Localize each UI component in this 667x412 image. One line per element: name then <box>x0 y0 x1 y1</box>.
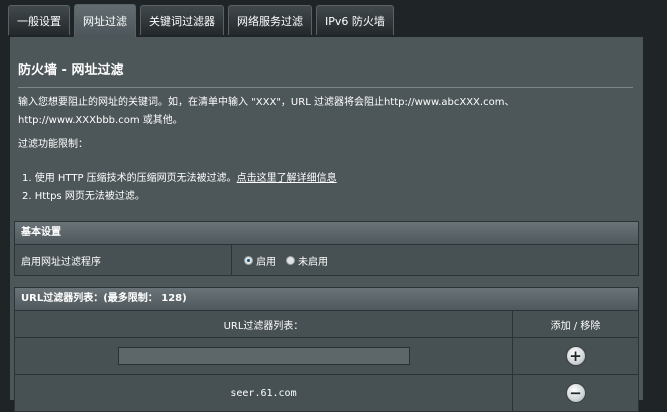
limit-item-1-text: 1. 使用 HTTP 压缩技术的压缩网页无法被过滤。 <box>22 173 237 184</box>
url-input-row: + <box>15 337 638 374</box>
tab-url-filter[interactable]: 网址过滤 <box>74 4 136 37</box>
limit-item-2: 2. Https 网页无法被过滤。 <box>22 191 145 202</box>
limits-heading: 过滤功能限制： <box>18 139 88 150</box>
url-filter-column-headers: URL过滤器列表： 添加 / 移除 <box>15 310 638 337</box>
description-line-1: 输入您想要阻止的网址的关键词。如，在清单中输入 "XXX"，URL 过滤器将会阻… <box>18 97 515 108</box>
page-title: 防火墙 - 网址过滤 <box>18 63 124 78</box>
radio-disable-icon[interactable] <box>286 255 295 265</box>
radio-disable[interactable]: 未启用 <box>286 253 328 268</box>
url-input[interactable] <box>117 347 410 365</box>
radio-enable-icon[interactable] <box>244 255 253 265</box>
minus-circle-icon[interactable]: − <box>565 383 586 403</box>
content-panel: 防火墙 - 网址过滤 输入您想要阻止的网址的关键词。如，在清单中输入 "XXX"… <box>10 37 643 412</box>
plus-circle-icon[interactable]: + <box>565 346 586 366</box>
enable-filter-label: 启用网址过滤程序 <box>15 245 232 275</box>
enable-filter-row: 启用网址过滤程序 启用 未启用 <box>15 244 638 275</box>
url-input-cell <box>15 338 513 374</box>
title-divider <box>18 87 633 88</box>
limit-item-1: 1. 使用 HTTP 压缩技术的压缩网页无法被过滤。点击这里了解详细信息 <box>22 172 337 186</box>
details-link[interactable]: 点击这里了解详细信息 <box>237 173 337 184</box>
radio-disable-label: 未启用 <box>298 256 328 268</box>
url-filter-table: URL过滤器列表：(最多限制： 128) URL过滤器列表： 添加 / 移除 +… <box>14 287 639 412</box>
col-url-list: URL过滤器列表： <box>15 311 513 337</box>
tab-ipv6-firewall[interactable]: IPv6 防火墙 <box>316 5 394 35</box>
tab-keyword-filter[interactable]: 关键词过滤器 <box>140 5 224 35</box>
url-entry: seer.61.com <box>15 375 513 411</box>
tab-network-service-filter[interactable]: 网络服务过滤 <box>228 5 312 35</box>
radio-enable[interactable]: 启用 <box>244 253 276 268</box>
radio-enable-label: 启用 <box>256 256 276 268</box>
table-row: seer.61.com − <box>15 374 638 411</box>
tab-general[interactable]: 一般设置 <box>8 5 70 35</box>
add-cell: + <box>513 338 638 374</box>
basic-settings-table: 基本设置 启用网址过滤程序 启用 未启用 <box>14 221 639 276</box>
enable-filter-options: 启用 未启用 <box>232 245 638 275</box>
description-line-2: http://www.XXXbbb.com 或其他。 <box>18 115 183 126</box>
remove-cell: − <box>513 375 638 411</box>
col-add-remove: 添加 / 移除 <box>550 320 601 332</box>
basic-settings-header: 基本设置 <box>15 222 638 244</box>
url-filter-header: URL过滤器列表：(最多限制： 128) <box>15 288 638 310</box>
tab-bar: 一般设置 网址过滤 关键词过滤器 网络服务过滤 IPv6 防火墙 <box>8 4 394 38</box>
